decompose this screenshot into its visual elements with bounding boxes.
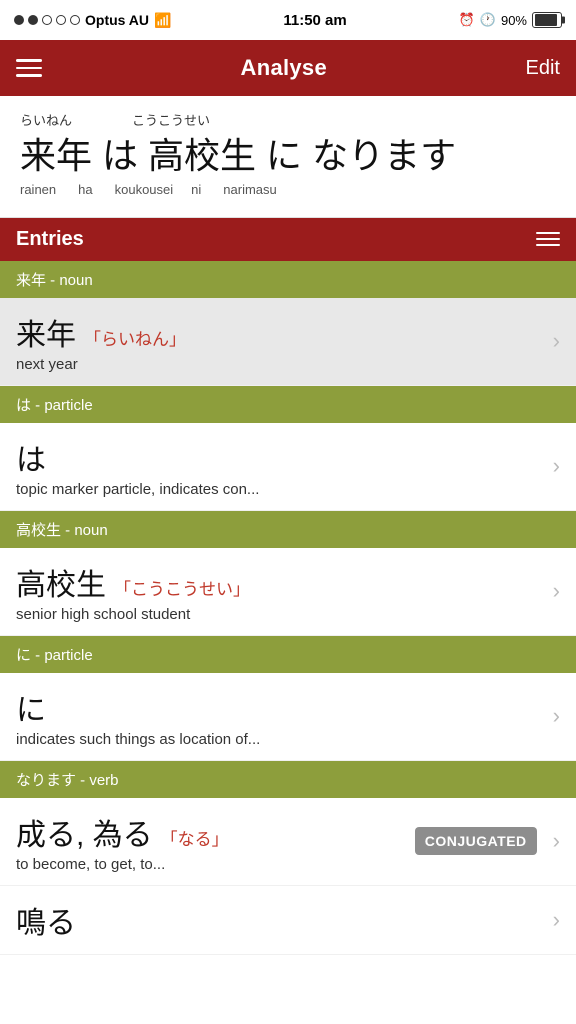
menu-line-1 [16,59,42,62]
entries-title: Entries [16,228,84,251]
battery-fill [535,14,557,26]
particle-ha: は [102,133,138,180]
chevron-right-icon: › [553,578,560,604]
category-rainen: 来年 - noun [0,261,576,298]
wifi-icon: 📶 [154,12,171,29]
entry-definition-ni: indicates such things as location of... [16,731,545,748]
rom-ni: ni [191,182,201,197]
rom-koukousei: koukousei [115,182,174,197]
menu-line-3 [16,74,42,77]
dot-4 [56,15,66,25]
alarm-icon: ⏰ [459,12,475,28]
entry-main-naru2: 鳴る [16,898,545,942]
status-time: 11:50 am [283,12,346,29]
entry-reading-rainen: 「らいねん」 [84,325,186,350]
status-left: Optus AU 📶 [14,12,171,29]
list-item[interactable]: 来年 「らいねん」 next year › [0,298,576,386]
furigana-koukou: こうこうせい [132,110,210,129]
entry-kanji-ha: は [16,435,46,479]
chevron-right-icon: › [553,703,560,729]
carrier-label: Optus AU [85,12,149,28]
dot-5 [70,15,80,25]
entry-content-ni: に indicates such things as location of..… [16,685,545,748]
dot-3 [42,15,52,25]
entry-content-naru2: 鳴る [16,898,545,942]
entry-reading-naru: 「なる」 [161,825,229,850]
rom-ha: ha [78,182,92,197]
entry-kanji-naru: 成る, 為る [16,810,153,854]
romanji-row: rainen ha koukousei ni narimasu [20,182,556,197]
list-item[interactable]: 高校生 「こうこうせい」 senior high school student … [0,548,576,636]
chevron-right-icon: › [553,907,560,933]
entry-content-koukousei: 高校生 「こうこうせい」 senior high school student [16,560,545,623]
dot-2 [28,15,38,25]
battery-tip [562,17,565,24]
battery-percent: 90% [501,13,527,28]
list-item[interactable]: に indicates such things as location of..… [0,673,576,761]
category-ha: は - particle [0,386,576,423]
list-item[interactable]: 鳴る › [0,886,576,955]
rom-rainen: rainen [20,182,56,197]
category-ni: に - particle [0,636,576,673]
rom-narimasu: narimasu [223,182,276,197]
entry-main-naru: 成る, 為る 「なる」 [16,810,415,854]
menu-line-2 [16,67,42,70]
entry-kanji-koukousei: 高校生 [16,560,106,604]
edit-button[interactable]: Edit [526,57,560,80]
entry-kanji-naru2: 鳴る [16,898,76,942]
furigana-row: らいねん こうこうせい [20,110,556,129]
furigana-rainen: らいねん [20,110,72,129]
category-narimasu: なります - verb [0,761,576,798]
word-rainen: 来年 [20,133,92,180]
entry-content-naru: 成る, 為る 「なる」 to become, to get, to... [16,810,415,873]
nav-title: Analyse [241,55,327,81]
entry-main-rainen: 来年 「らいねん」 [16,310,545,354]
entry-reading-koukousei: 「こうこうせい」 [114,575,250,600]
entry-main-koukousei: 高校生 「こうこうせい」 [16,560,545,604]
entry-content-rainen: 来年 「らいねん」 next year [16,310,545,373]
main-japanese-text: 来年 は 高校生 に なります [20,133,556,180]
signal-dots [14,15,80,25]
list-item[interactable]: は topic marker particle, indicates con..… [0,423,576,511]
entry-definition-koukousei: senior high school student [16,606,545,623]
japanese-section: らいねん こうこうせい 来年 は 高校生 に なります rainen ha ko… [0,96,576,218]
entry-main-ni: に [16,685,545,729]
dot-1 [14,15,24,25]
chevron-right-icon: › [553,453,560,479]
menu-button[interactable] [16,59,42,77]
entries-menu-line-1 [536,232,560,234]
particle-ni: に [266,133,302,180]
clock-icon: 🕐 [480,12,496,28]
entry-actions-naru: CONJUGATED › [415,827,560,855]
word-koukousei: 高校生 [148,133,256,180]
word-narimasu: なります [312,133,456,180]
entry-main-ha: は [16,435,545,479]
entries-menu-line-2 [536,238,560,240]
entry-definition-naru: to become, to get, to... [16,856,415,873]
entries-header: Entries [0,218,576,261]
chevron-right-icon: › [553,828,560,854]
nav-bar: Analyse Edit [0,40,576,96]
list-item[interactable]: 成る, 為る 「なる」 to become, to get, to... CON… [0,798,576,886]
status-bar: Optus AU 📶 11:50 am ⏰ 🕐 90% [0,0,576,40]
entries-menu-button[interactable] [536,232,560,246]
entry-kanji-rainen: 来年 [16,310,76,354]
category-koukousei: 高校生 - noun [0,511,576,548]
entry-kanji-ni: に [16,685,46,729]
entry-definition-ha: topic marker particle, indicates con... [16,481,545,498]
conjugated-badge: CONJUGATED [415,827,537,855]
status-right: ⏰ 🕐 90% [459,12,562,28]
entries-menu-line-3 [536,244,560,246]
chevron-right-icon: › [553,328,560,354]
battery-indicator [532,12,562,28]
entry-content-ha: は topic marker particle, indicates con..… [16,435,545,498]
entry-definition-rainen: next year [16,356,545,373]
